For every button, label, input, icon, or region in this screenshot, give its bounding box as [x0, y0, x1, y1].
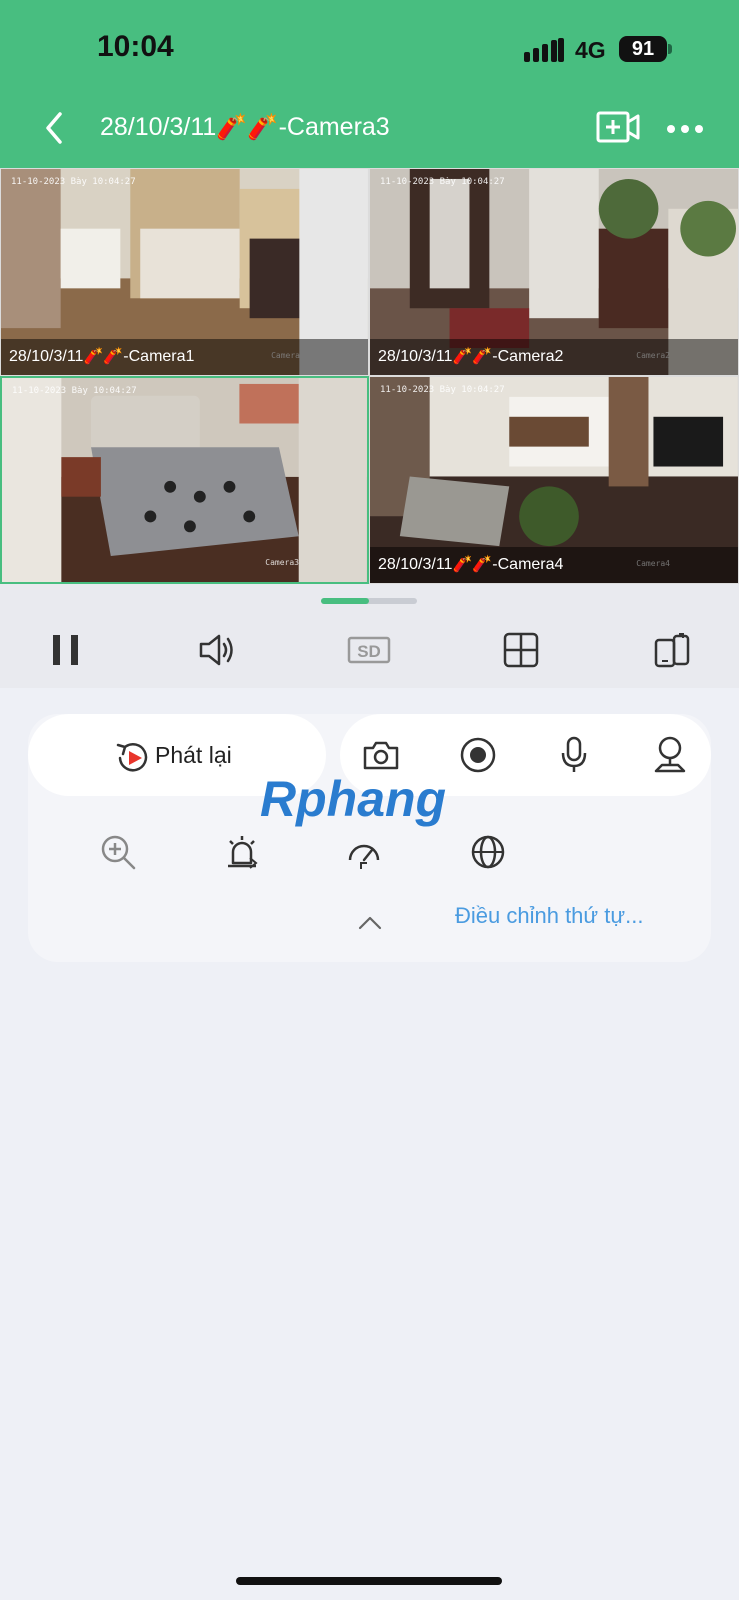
webcam-icon	[654, 736, 686, 773]
rphang-watermark: Rphang	[260, 771, 446, 827]
playback-label: Phát lại	[155, 742, 232, 768]
back-button[interactable]	[36, 106, 72, 150]
microphone-icon	[561, 736, 587, 772]
alarm-siren-button[interactable]	[221, 831, 263, 873]
talk-button[interactable]	[553, 734, 595, 776]
siren-icon	[228, 836, 258, 869]
globe-icon	[471, 835, 505, 869]
sd-icon: SD	[347, 636, 391, 664]
camera-tile-1[interactable]: 11-10-2023 Bày 10:04:27 Camera 28/10/3/1…	[0, 168, 369, 376]
camera-timestamp-3: 11-10-2023 Bày 10:04:27	[12, 386, 137, 396]
playback-controls: SD	[0, 584, 739, 688]
rotate-screen-button[interactable]	[649, 626, 697, 674]
collapse-panel-button[interactable]	[356, 914, 384, 932]
battery-cap	[668, 44, 672, 54]
quality-label: SD	[357, 642, 381, 661]
speaker-icon	[199, 634, 233, 666]
volume-button[interactable]	[193, 626, 241, 674]
camera-feed-3	[2, 378, 367, 582]
quality-button[interactable]: SD	[345, 626, 393, 674]
watermark-text: Rphang	[260, 771, 446, 827]
page-indicator-active	[321, 598, 369, 604]
camera-timestamp-4: 11-10-2023 Bày 10:04:27	[380, 385, 505, 395]
camera-timestamp-1: 11-10-2023 Bày 10:04:27	[11, 177, 136, 187]
camera-grid: 11-10-2023 Bày 10:04:27 Camera 28/10/3/1…	[0, 168, 739, 584]
camera-tile-3[interactable]: 11-10-2023 Bày 10:04:27 Camera3	[0, 376, 369, 584]
camera-timestamp-2: 11-10-2023 Bày 10:04:27	[380, 177, 505, 187]
reorder-link[interactable]: Điều chỉnh thứ tự...	[455, 903, 643, 929]
signal-icon	[524, 38, 564, 62]
playback-icon	[116, 743, 148, 772]
gauge-icon	[348, 844, 380, 869]
layout-grid-button[interactable]	[497, 626, 545, 674]
camera-label-2: 28/10/3/11🧨🧨-Camera2	[370, 339, 738, 375]
digital-zoom-button[interactable]	[97, 831, 139, 873]
pause-button[interactable]	[42, 626, 90, 674]
battery-level: 91	[619, 36, 667, 62]
page-title: 28/10/3/11🧨🧨-Camera3	[100, 113, 390, 141]
camera-icon	[363, 741, 399, 770]
network-type: 4G	[575, 37, 606, 63]
camera-label-1: 28/10/3/11🧨🧨-Camera1	[1, 339, 368, 375]
add-camera-view-button[interactable]	[596, 110, 640, 144]
camera-tile-4[interactable]: 11-10-2023 Bày 10:04:27 Camera4 28/10/3/…	[369, 376, 739, 584]
camera-tile-2[interactable]: 11-10-2023 Bày 10:04:27 Camera2 28/10/3/…	[369, 168, 739, 376]
rotate-icon	[654, 633, 690, 668]
pause-icon	[53, 635, 78, 665]
camera-label-4: 28/10/3/11🧨🧨-Camera4	[370, 547, 738, 583]
home-indicator	[236, 1577, 502, 1585]
status-time: 10:04	[97, 30, 174, 63]
header-bar: 10:04 4G 91 28/10/3/11🧨🧨-Camera3	[0, 0, 739, 168]
zoom-in-icon	[101, 835, 136, 870]
more-options-button[interactable]	[665, 117, 705, 141]
camera-watermark-3: Camera3	[265, 558, 299, 567]
network-globe-button[interactable]	[467, 831, 509, 873]
grid-icon	[503, 632, 539, 668]
ptz-camera-button[interactable]	[649, 734, 691, 776]
speed-gauge-button[interactable]	[343, 831, 385, 873]
